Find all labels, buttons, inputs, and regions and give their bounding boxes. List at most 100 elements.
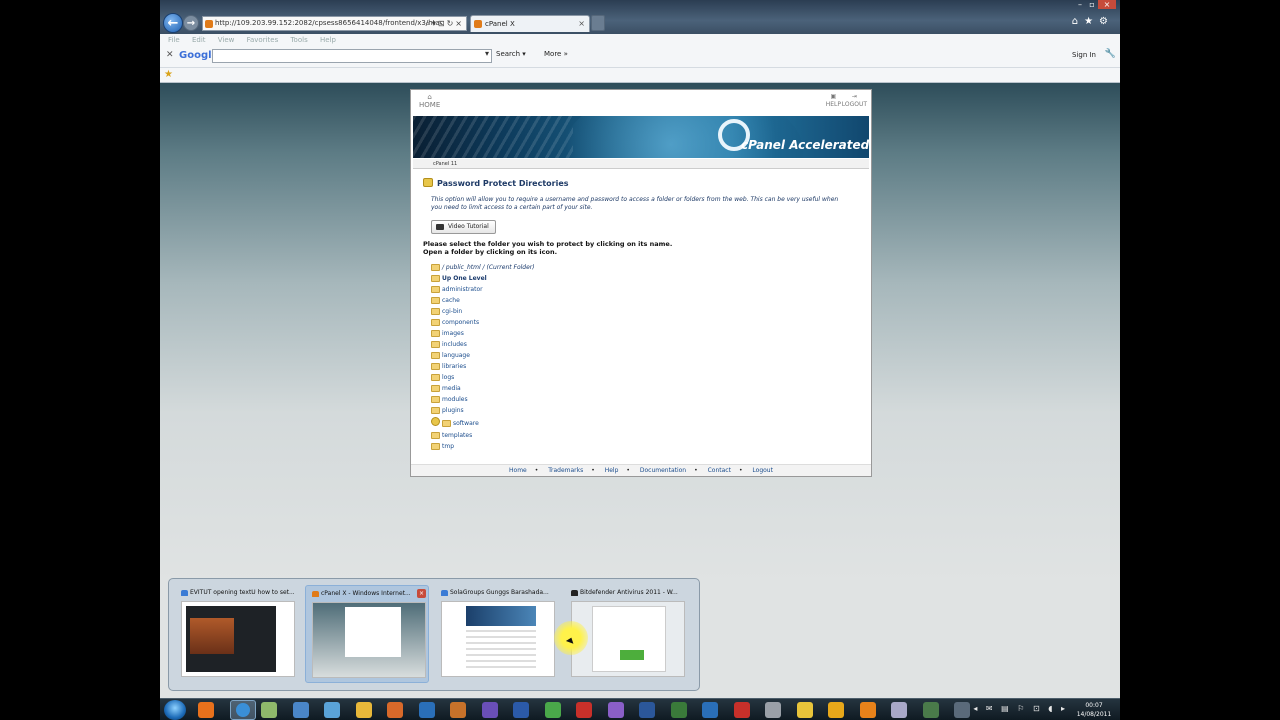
folder-row[interactable]: plugins [431, 405, 731, 416]
menu-favorites[interactable]: Favorites [247, 36, 279, 44]
bolt-icon[interactable] [859, 702, 876, 718]
chrome-icon[interactable] [796, 702, 813, 718]
folder-name[interactable]: images [442, 330, 464, 337]
folder-name[interactable]: templates [442, 432, 472, 439]
menu-edit[interactable]: Edit [192, 36, 206, 44]
folder-name[interactable]: administrator [442, 286, 483, 293]
folder-icon[interactable] [431, 432, 440, 439]
folder-icon[interactable] [431, 374, 440, 381]
folder-icon[interactable] [431, 297, 440, 304]
folder-icon[interactable] [431, 396, 440, 403]
up-one-level-label[interactable]: Up One Level [442, 275, 487, 282]
minimize-button[interactable]: – [1074, 0, 1086, 9]
folder-name[interactable]: modules [442, 396, 468, 403]
folder-row[interactable]: administrator [431, 284, 731, 295]
folder-row[interactable]: includes [431, 339, 731, 350]
folder-icon[interactable] [355, 702, 372, 718]
breadcrumb[interactable]: cPanel 11 [413, 159, 869, 169]
folder-name[interactable]: plugins [442, 407, 464, 414]
network-icon[interactable] [481, 702, 498, 718]
folder-icon[interactable] [431, 286, 440, 293]
footer-home-link[interactable]: Home [509, 467, 527, 474]
settings-icon[interactable] [891, 702, 907, 718]
address-actions-icon[interactable]: ⌕▾⊡↻× [425, 17, 464, 30]
wrench-icon[interactable]: 🔧 [1105, 49, 1116, 59]
folder-name[interactable]: libraries [442, 363, 466, 370]
menu-tools[interactable]: Tools [290, 36, 307, 44]
favorites-add-icon[interactable]: ★ [164, 69, 173, 80]
media-icon[interactable] [387, 702, 403, 718]
file-manager-icon[interactable] [324, 702, 340, 718]
cpanel-help-link[interactable]: ▣ HELP [826, 93, 841, 109]
close-window-button[interactable]: × [1098, 0, 1116, 9]
start-button[interactable] [164, 700, 186, 720]
folder-icon[interactable] [431, 443, 440, 450]
forward-button[interactable]: → [183, 15, 199, 31]
footer-contact-link[interactable]: Contact [708, 467, 731, 474]
clock[interactable]: 00:07 14/08/2011 [1072, 701, 1116, 719]
protected-folder-row[interactable]: software [431, 416, 731, 430]
menu-file[interactable]: File [168, 36, 180, 44]
folder-name[interactable]: tmp [442, 443, 454, 450]
video-tutorial-button[interactable]: Video Tutorial [431, 220, 496, 234]
google-search-button[interactable]: Search ▾ [496, 50, 526, 58]
folder-row[interactable]: modules [431, 394, 731, 405]
folder-row[interactable]: components [431, 317, 731, 328]
flash-pro-icon[interactable] [733, 702, 750, 718]
tab-close-icon[interactable]: × [578, 16, 585, 32]
photoshop-icon[interactable] [702, 702, 718, 718]
preview-close-icon[interactable]: × [417, 589, 426, 598]
folder-row[interactable]: cgi-bin [431, 306, 731, 317]
folder-row[interactable]: libraries [431, 361, 731, 372]
google-signin-button[interactable]: Sign In [1072, 51, 1096, 59]
folder-icon[interactable] [431, 319, 440, 326]
folder-row[interactable]: images [431, 328, 731, 339]
explorer-icon[interactable] [292, 702, 309, 718]
folder-icon[interactable] [431, 308, 440, 315]
skype-icon[interactable] [418, 702, 435, 718]
folder-name[interactable]: media [442, 385, 461, 392]
new-tab-button[interactable] [591, 15, 605, 31]
folder-row[interactable]: templates [431, 430, 731, 441]
folder-row[interactable]: cache [431, 295, 731, 306]
footer-trademarks-link[interactable]: Trademarks [548, 467, 583, 474]
google-search-input[interactable] [212, 49, 492, 63]
folder-icon[interactable] [431, 352, 440, 359]
folder-row[interactable]: language [431, 350, 731, 361]
folder-name[interactable]: components [442, 319, 479, 326]
folder-icon[interactable] [431, 341, 440, 348]
bird-icon[interactable] [765, 702, 781, 718]
favorites-star-icon[interactable]: ★ [1084, 16, 1099, 27]
folder-name[interactable]: cache [442, 297, 460, 304]
firefox-icon[interactable] [198, 702, 214, 718]
folder-icon[interactable] [442, 420, 451, 427]
folder-icon[interactable] [431, 363, 440, 370]
word-icon[interactable] [639, 702, 655, 718]
footer-help-link[interactable]: Help [605, 467, 619, 474]
footer-logout-link[interactable]: Logout [752, 467, 773, 474]
footer-documentation-link[interactable]: Documentation [640, 467, 686, 474]
preview-window-3[interactable]: SolaGroups Gunggs Barashada... [435, 585, 559, 683]
tools-gear-icon[interactable]: ⚙ [1099, 16, 1114, 27]
folder-open-icon[interactable] [431, 264, 440, 271]
preview-window-2[interactable]: cPanel X - Windows Internet... × [305, 585, 429, 683]
tab-cpanel[interactable]: cPanel X × [470, 15, 590, 32]
tools-icon[interactable] [450, 702, 466, 718]
notepad-icon[interactable] [261, 702, 277, 718]
back-button[interactable]: ← [163, 13, 183, 33]
menu-view[interactable]: View [218, 36, 235, 44]
folder-row[interactable]: logs [431, 372, 731, 383]
folder-name[interactable]: includes [442, 341, 467, 348]
menu-help[interactable]: Help [320, 36, 336, 44]
folder-icon[interactable] [431, 407, 440, 414]
chart-icon[interactable] [544, 702, 561, 718]
folder-name[interactable]: language [442, 352, 470, 359]
preview-window-1[interactable]: EVITUT opening textU how to set... [175, 585, 299, 683]
folder-icon[interactable] [431, 330, 440, 337]
maximize-button[interactable]: ▫ [1086, 0, 1098, 9]
cpanel-logout-link[interactable]: ⇥ LOGOUT [842, 93, 867, 109]
folder-icon[interactable] [431, 385, 440, 392]
folder-name[interactable]: logs [442, 374, 454, 381]
home-icon[interactable]: ⌂ [1072, 16, 1084, 27]
folder-row[interactable]: media [431, 383, 731, 394]
